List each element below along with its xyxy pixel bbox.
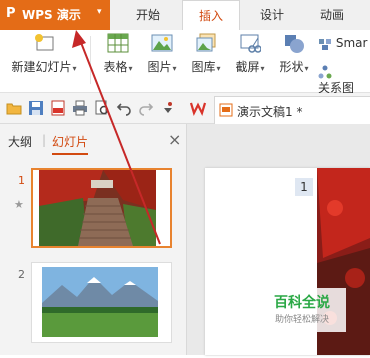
scissors-icon (240, 34, 261, 53)
watermark-title: 百科全说 (274, 295, 330, 311)
tab-insert[interactable]: 插入 (182, 0, 240, 32)
gallery-button[interactable]: 图库▾ (186, 32, 226, 75)
slide-thumbnail-2[interactable] (31, 262, 172, 343)
slide-number-1: 1 (18, 174, 25, 187)
chevron-down-icon: ▾ (97, 7, 102, 17)
title-tab-bar: P WPS 演示 ▾ 开始 插入 设计 动画 (0, 0, 370, 32)
new-slide-icon (35, 34, 54, 51)
tab-outline[interactable]: 大纲 (8, 133, 32, 150)
redo-icon[interactable] (138, 100, 154, 116)
picture-button[interactable]: 图片▾ (142, 32, 182, 75)
star-icon: ★ (14, 198, 24, 211)
wps-logo-icon: P (6, 6, 16, 21)
customize-toolbar-icon[interactable] (162, 100, 174, 116)
shape-button[interactable]: 形状▾ (274, 32, 314, 75)
watermark: 百科全说 助你轻松解决 (258, 288, 346, 332)
save-icon[interactable] (28, 100, 44, 116)
wps-app-menu-button[interactable]: P WPS 演示 ▾ (0, 0, 110, 30)
slide-number-2: 2 (18, 268, 25, 281)
gallery-icon (196, 33, 216, 52)
pane-tabs: 大纲 | 幻灯片 × (0, 124, 186, 156)
close-pane-icon[interactable]: × (168, 130, 181, 149)
shape-icon (285, 35, 304, 53)
print-icon[interactable] (72, 100, 88, 116)
tab-divider: | (42, 133, 47, 147)
slide1-photo (33, 170, 170, 246)
undo-icon[interactable] (116, 100, 132, 116)
quick-access-toolbar: 演示文稿1 * (0, 93, 370, 124)
tab-slides[interactable]: 幻灯片 (52, 133, 89, 155)
picture-icon (151, 34, 173, 52)
insert-ribbon: 新建幻灯片▾ 表格▾ 图片▾ 图库▾ 截屏▾ 形状▾ Smar 关系图 (0, 30, 370, 96)
wps-logo-icon[interactable] (190, 100, 206, 116)
smartart-icon (319, 38, 331, 50)
relation-chart-button[interactable]: 关系图 (318, 64, 370, 96)
screenshot-button[interactable]: 截屏▾ (230, 32, 270, 75)
print-preview-icon[interactable] (94, 100, 110, 116)
slide-thumbnail-1[interactable] (31, 168, 172, 248)
slides-pane: 大纲 | 幻灯片 × 1 ★ 2 (0, 124, 187, 355)
open-folder-icon[interactable] (6, 100, 22, 116)
relation-chart-icon (318, 65, 332, 78)
slide-number-badge: 1 (295, 178, 313, 196)
tab-design[interactable]: 设计 (246, 0, 298, 30)
document-tab[interactable]: 演示文稿1 * (214, 96, 370, 124)
tab-animation[interactable]: 动画 (306, 0, 358, 30)
watermark-subtitle: 助你轻松解决 (274, 315, 329, 325)
table-button[interactable]: 表格▾ (98, 32, 138, 75)
document-name: 演示文稿1 * (237, 105, 303, 119)
new-slide-button[interactable]: 新建幻灯片▾ (6, 32, 82, 75)
slide2-photo (32, 263, 171, 342)
presentation-file-icon (219, 103, 233, 117)
table-icon (107, 33, 129, 53)
export-pdf-icon[interactable] (50, 100, 66, 116)
smartart-button[interactable]: Smar (318, 36, 370, 51)
tab-home[interactable]: 开始 (122, 0, 174, 30)
app-name: WPS 演示 (22, 8, 81, 22)
